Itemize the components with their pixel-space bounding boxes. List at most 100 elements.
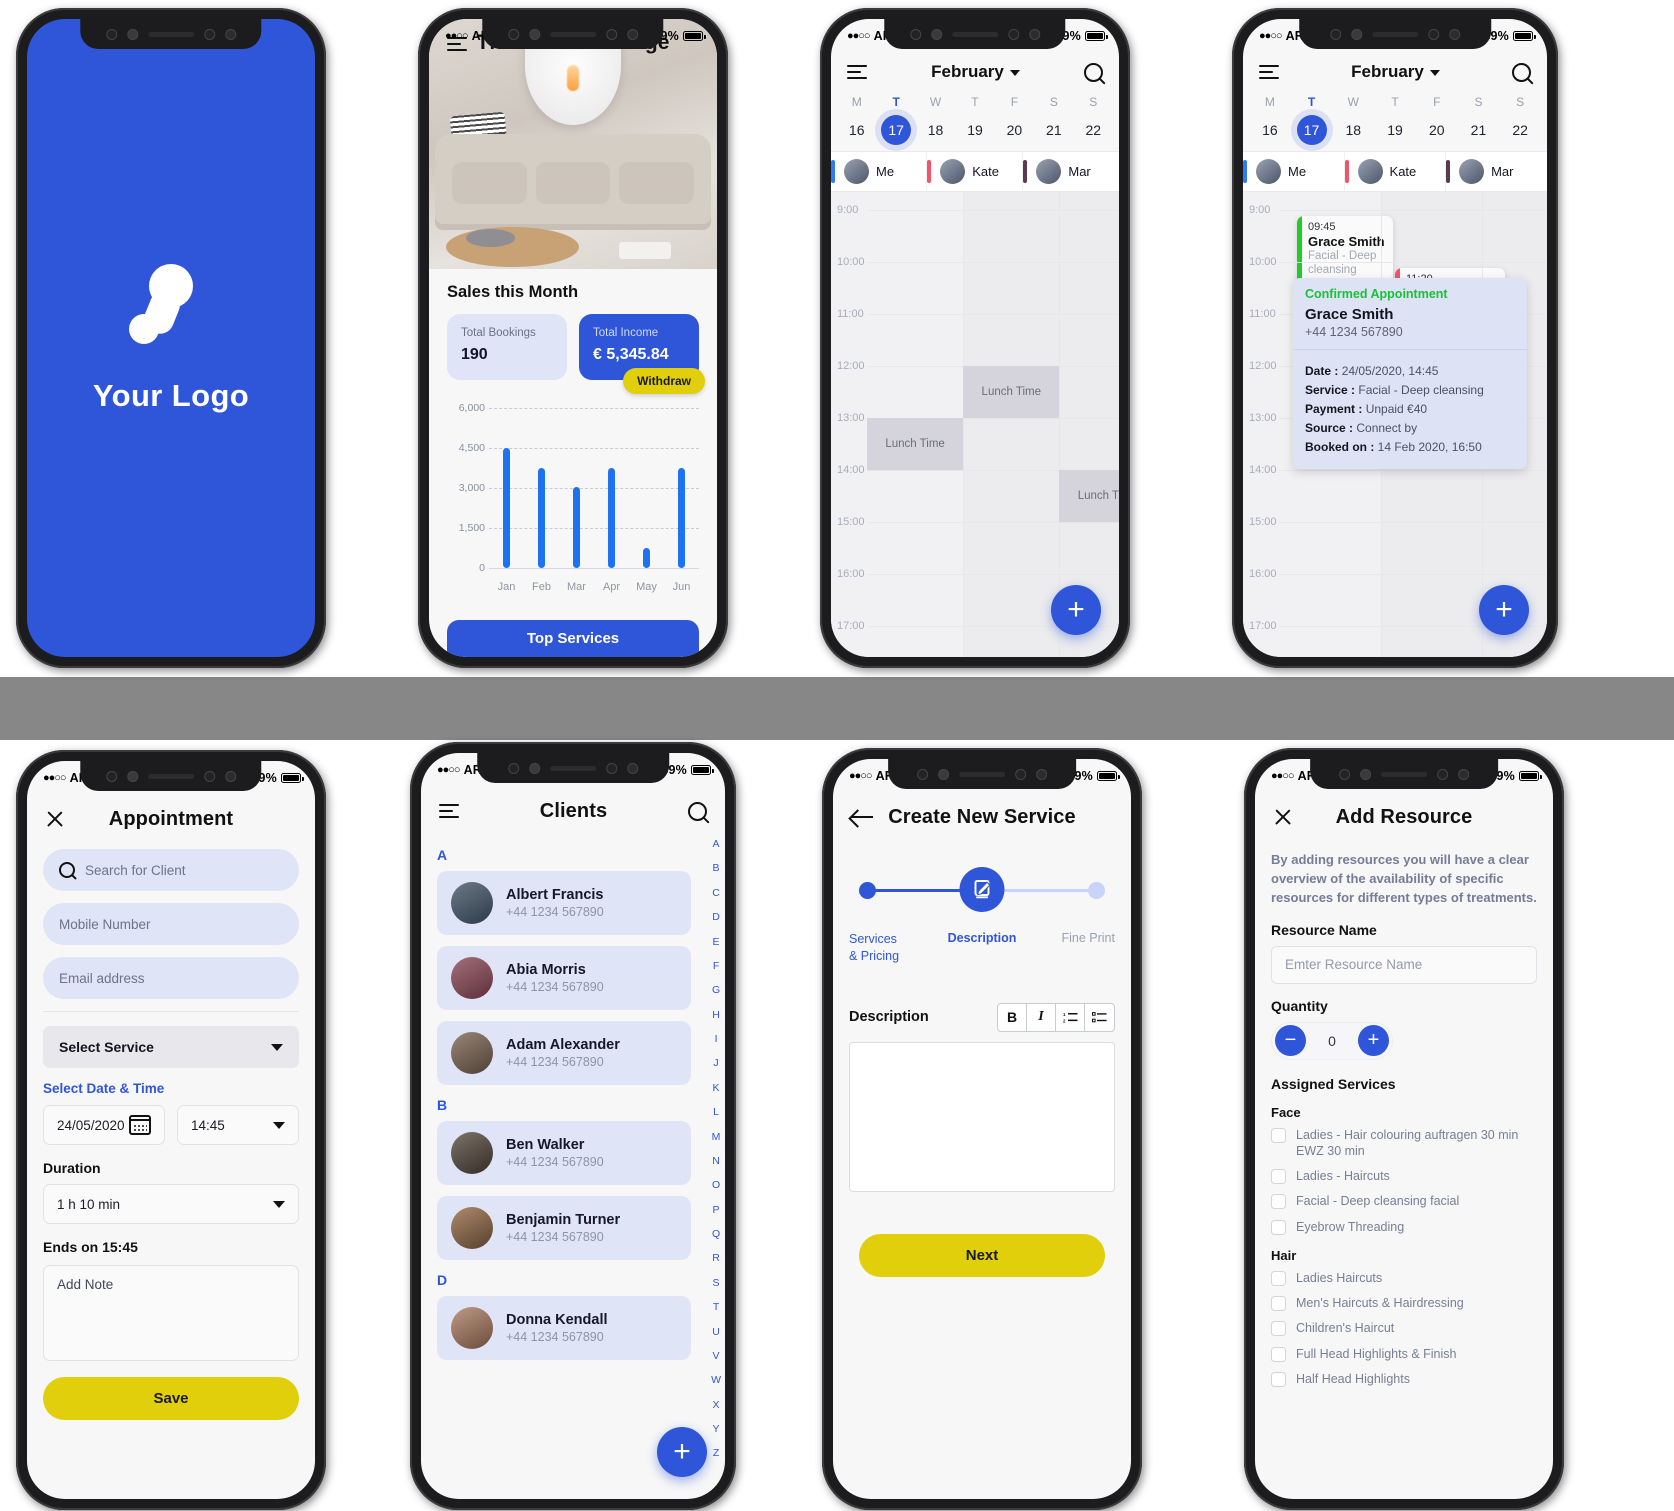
search-icon[interactable]	[688, 801, 707, 821]
index-letter-K[interactable]: K	[713, 1083, 720, 1094]
alphabet-index[interactable]: A B C D E F G H I J K L M N O P Q R S T U V W X Y Z	[711, 839, 721, 1459]
duration-dropdown[interactable]: 1 h 10 min	[43, 1184, 299, 1224]
week-strip[interactable]: M 16 T 17 W 18 T 19 F 20 S 21 S 22	[1243, 95, 1547, 151]
lunch-time-block[interactable]: Lunch Time	[963, 366, 1060, 418]
numbered-list-button[interactable]: 1 2	[1056, 1003, 1085, 1031]
calendar-day-21[interactable]: S 21	[1458, 95, 1500, 145]
back-arrow-icon[interactable]	[851, 808, 873, 826]
resource-column-header[interactable]: Me	[831, 152, 928, 191]
resource-column-header[interactable]: Me	[1243, 152, 1345, 191]
calendar-day-21[interactable]: S 21	[1034, 95, 1073, 145]
service-checkbox-row[interactable]: Ladies Haircuts	[1271, 1270, 1537, 1286]
resource-column-header[interactable]: Mar	[1446, 152, 1547, 191]
index-letter-W[interactable]: W	[711, 1375, 721, 1386]
clients-list[interactable]: A Albert Francis +44 1234 567890 Abia Morri…	[421, 847, 725, 1360]
assigned-services-list[interactable]: Face Ladies - Hair colouring auftragen 30…	[1255, 1105, 1553, 1388]
index-letter-J[interactable]: J	[713, 1058, 718, 1069]
hamburger-icon[interactable]	[439, 804, 459, 818]
index-letter-I[interactable]: I	[715, 1034, 718, 1045]
service-checkbox-row[interactable]: Children's Haircut	[1271, 1320, 1537, 1337]
index-letter-H[interactable]: H	[712, 1010, 720, 1021]
search-icon[interactable]	[1512, 62, 1531, 82]
checkbox[interactable]	[1271, 1270, 1286, 1286]
checkbox[interactable]	[1271, 1219, 1286, 1235]
step-dot-fineprint[interactable]	[1088, 882, 1105, 899]
index-letter-T[interactable]: T	[713, 1302, 719, 1313]
withdraw-button[interactable]: Withdraw	[623, 368, 705, 394]
calendar-day-16[interactable]: M 16	[837, 95, 876, 145]
checkbox[interactable]	[1271, 1194, 1286, 1210]
add-note-textarea[interactable]: Add Note	[43, 1265, 299, 1361]
resource-column-header[interactable]: Kate	[1344, 152, 1447, 191]
index-letter-S[interactable]: S	[713, 1278, 720, 1289]
index-letter-A[interactable]: A	[713, 839, 720, 850]
italic-button[interactable]: I	[1027, 1003, 1056, 1031]
index-letter-L[interactable]: L	[713, 1107, 719, 1118]
lunch-time-block[interactable]: Lunch Time	[1059, 470, 1119, 522]
calendar-day-18[interactable]: W 18	[916, 95, 955, 145]
lunch-time-block[interactable]: Lunch Time	[867, 418, 964, 470]
calendar-day-22[interactable]: S 22	[1499, 95, 1541, 145]
search-icon[interactable]	[1084, 62, 1103, 82]
service-checkbox-row[interactable]: Full Head Highlights & Finish	[1271, 1346, 1537, 1362]
index-letter-M[interactable]: M	[712, 1131, 721, 1143]
calendar-day-17[interactable]: T 17	[876, 95, 915, 145]
index-letter-B[interactable]: B	[713, 863, 720, 874]
quantity-stepper[interactable]: − 0 +	[1271, 1021, 1393, 1060]
service-checkbox-row[interactable]: Half Head Highlights	[1271, 1371, 1537, 1387]
checkbox[interactable]	[1271, 1127, 1286, 1143]
client-list-item[interactable]: Ben Walker +44 1234 567890	[437, 1121, 691, 1185]
service-checkbox-row[interactable]: Men's Haircuts & Hairdressing	[1271, 1295, 1537, 1312]
service-checkbox-row[interactable]: Eyebrow Threading	[1271, 1219, 1537, 1235]
index-letter-F[interactable]: F	[713, 961, 719, 972]
week-strip[interactable]: M 16 T 17 W 18 T 19 F 20 S 21 S 22	[831, 95, 1119, 151]
resource-name-input[interactable]: Emter Resource Name	[1271, 945, 1537, 984]
add-appointment-fab[interactable]: +	[1479, 585, 1529, 635]
checkbox[interactable]	[1271, 1346, 1286, 1362]
index-letter-Q[interactable]: Q	[712, 1229, 720, 1240]
checkbox[interactable]	[1271, 1371, 1286, 1387]
index-letter-U[interactable]: U	[712, 1326, 720, 1338]
checkbox[interactable]	[1271, 1169, 1286, 1185]
checkbox[interactable]	[1271, 1296, 1286, 1312]
resource-column-header[interactable]: Mar	[1023, 152, 1119, 191]
bulleted-list-button[interactable]	[1085, 1004, 1114, 1031]
calendar-day-18[interactable]: W 18	[1332, 95, 1374, 145]
index-letter-C[interactable]: C	[712, 888, 720, 899]
index-letter-R[interactable]: R	[712, 1253, 720, 1264]
resource-column-header[interactable]: Kate	[927, 152, 1024, 191]
step-description-active[interactable]	[959, 867, 1005, 912]
index-letter-V[interactable]: V	[713, 1351, 720, 1362]
hamburger-icon[interactable]	[1259, 65, 1279, 79]
calendar-day-20[interactable]: F 20	[1416, 95, 1458, 145]
month-selector[interactable]: February	[867, 62, 1084, 82]
calendar-day-20[interactable]: F 20	[995, 95, 1034, 145]
time-input[interactable]: 14:45	[177, 1105, 299, 1145]
next-button[interactable]: Next	[859, 1233, 1105, 1277]
checkbox[interactable]	[1271, 1321, 1286, 1337]
email-address-input[interactable]: Email address	[43, 957, 299, 999]
search-client-input[interactable]: Search for Client	[43, 849, 299, 891]
quantity-decrement-button[interactable]: −	[1275, 1025, 1306, 1057]
add-appointment-fab[interactable]: +	[1051, 585, 1101, 635]
date-input[interactable]: 24/05/2020	[43, 1105, 165, 1145]
calendar-day-22[interactable]: S 22	[1074, 95, 1113, 145]
close-icon[interactable]	[1273, 807, 1293, 827]
calendar-day-16[interactable]: M 16	[1249, 95, 1291, 145]
service-checkbox-row[interactable]: Ladies - Haircuts	[1271, 1168, 1537, 1185]
calendar-day-17[interactable]: T 17	[1291, 95, 1333, 145]
index-letter-O[interactable]: O	[712, 1180, 720, 1191]
month-selector[interactable]: February	[1279, 62, 1512, 82]
calendar-day-19[interactable]: T 19	[955, 95, 994, 145]
calendar-day-19[interactable]: T 19	[1374, 95, 1416, 145]
index-letter-P[interactable]: P	[713, 1205, 720, 1216]
bold-button[interactable]: B	[998, 1003, 1027, 1031]
client-list-item[interactable]: Benjamin Turner +44 1234 567890	[437, 1196, 691, 1260]
client-list-item[interactable]: Albert Francis +44 1234 567890	[437, 871, 691, 935]
step-dot-services[interactable]	[859, 882, 876, 899]
client-list-item[interactable]: Abia Morris +44 1234 567890	[437, 946, 691, 1010]
index-letter-Z[interactable]: Z	[713, 1448, 719, 1459]
hamburger-icon[interactable]	[847, 65, 867, 79]
service-checkbox-row[interactable]: Ladies - Hair colouring auftragen 30 min…	[1271, 1127, 1537, 1160]
index-letter-N[interactable]: N	[712, 1156, 720, 1167]
